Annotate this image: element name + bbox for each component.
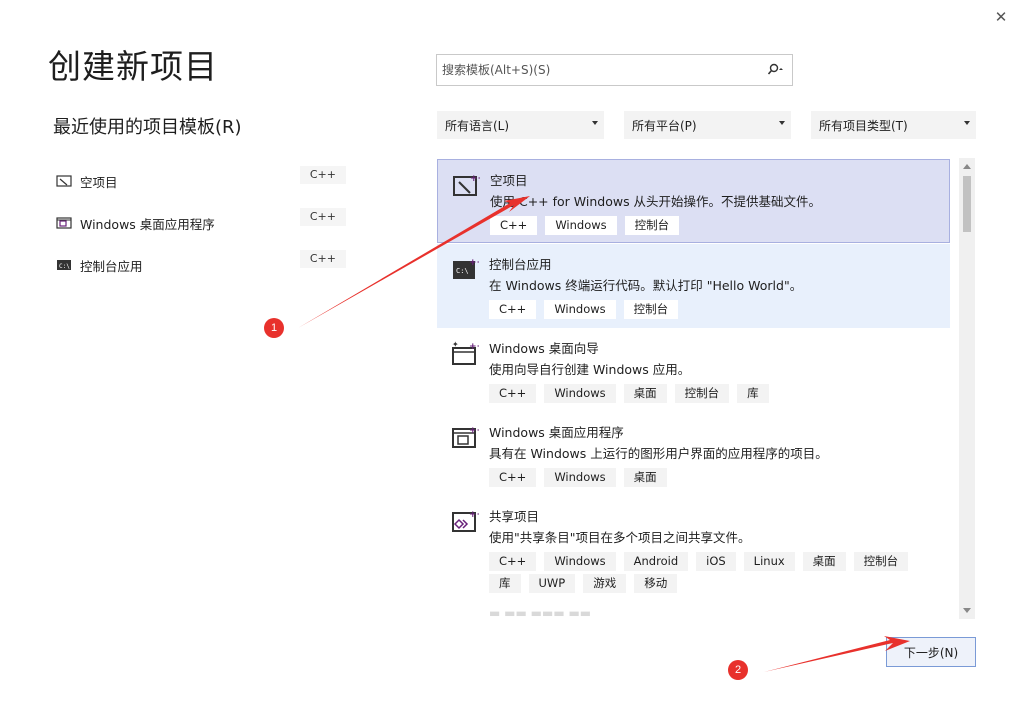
recent-templates-list: 空项目 C++ Windows 桌面应用程序 C++ C:\ 控制台应用 C++ <box>56 160 346 286</box>
tag: Windows <box>544 300 616 319</box>
svg-text:++: ++ <box>469 510 479 520</box>
tag: 控制台 <box>853 552 909 571</box>
annotation-marker-2: 2 <box>728 660 748 680</box>
svg-text:++: ++ <box>469 258 479 268</box>
template-title: Windows 桌面应用程序 <box>489 425 624 440</box>
shared-project-icon: ++ <box>452 510 479 532</box>
chevron-down-icon <box>592 121 598 125</box>
tag: C++ <box>489 552 537 571</box>
platform-filter-dropdown[interactable]: 所有平台(P) <box>624 111 791 139</box>
tag: Windows <box>545 216 617 235</box>
chevron-down-icon <box>779 121 785 125</box>
template-tags: C++ Windows 控制台 <box>489 300 929 322</box>
template-item-desktop-wizard[interactable]: ✦ ++ Windows 桌面向导 使用向导自行创建 Windows 应用。 C+… <box>437 328 950 412</box>
recent-templates-heading: 最近使用的项目模板(R) <box>53 117 242 138</box>
empty-project-icon <box>56 175 72 187</box>
tag: Windows <box>544 552 616 571</box>
tag: C++ <box>489 300 537 319</box>
svg-text:C:\: C:\ <box>456 267 469 275</box>
svg-text:✦: ✦ <box>452 340 459 349</box>
console-app-icon: C:\++ <box>453 258 479 279</box>
project-type-filter-label: 所有项目类型(T) <box>819 118 908 133</box>
template-tags: C++ Windows 控制台 <box>490 216 930 238</box>
recent-item-label: 空项目 <box>80 174 118 190</box>
template-list-scrollbar[interactable] <box>959 158 975 619</box>
tag: 桌面 <box>802 552 846 571</box>
tag: C++ <box>490 216 538 235</box>
scroll-down-icon[interactable] <box>963 608 971 613</box>
desktop-app-icon: ++ <box>452 426 479 448</box>
recent-item-tag: C++ <box>299 250 346 268</box>
tag: 桌面 <box>623 468 667 487</box>
recent-item-label: Windows 桌面应用程序 <box>80 216 215 232</box>
tag: 控制台 <box>623 300 679 319</box>
template-description: 使用"共享条目"项目在多个项目之间共享文件。 <box>489 530 751 545</box>
scrollbar-thumb[interactable] <box>963 176 971 232</box>
recent-item-empty-project[interactable]: 空项目 C++ <box>56 160 346 202</box>
next-button[interactable]: 下一步(N) <box>886 637 976 667</box>
template-description: 在 Windows 终端运行代码。默认打印 "Hello World"。 <box>489 278 803 293</box>
template-title: Windows 桌面向导 <box>489 341 599 356</box>
recent-item-desktop-app[interactable]: Windows 桌面应用程序 C++ <box>56 202 346 244</box>
tag: 控制台 <box>624 216 680 235</box>
template-title: 空项目 <box>490 173 528 188</box>
template-item-partial[interactable]: ▬ ▬▬ ▬▬▬ ▬▬ <box>437 606 950 619</box>
svg-text:++: ++ <box>469 342 479 352</box>
template-description: 使用向导自行创建 Windows 应用。 <box>489 362 691 377</box>
svg-text:C:\: C:\ <box>59 263 70 270</box>
close-button[interactable]: ✕ <box>990 6 1012 28</box>
template-description: 使用 C++ for Windows 从头开始操作。不提供基础文件。 <box>490 194 822 209</box>
page-title: 创建新项目 <box>48 47 218 86</box>
recent-item-console-app[interactable]: C:\ 控制台应用 C++ <box>56 244 346 286</box>
language-filter-label: 所有语言(L) <box>445 118 510 133</box>
template-title: 控制台应用 <box>489 257 552 272</box>
annotation-marker-1: 1 <box>264 318 284 338</box>
tag: C++ <box>489 468 537 487</box>
tag: Linux <box>743 552 795 571</box>
tag: 游戏 <box>583 574 627 593</box>
recent-item-label: 控制台应用 <box>80 258 143 274</box>
language-filter-dropdown[interactable]: 所有语言(L) <box>437 111 604 139</box>
template-description: 具有在 Windows 上运行的图形用户界面的应用程序的项目。 <box>489 446 828 461</box>
tag: Windows <box>544 384 616 403</box>
partial-item-placeholder: ▬ ▬▬ ▬▬▬ ▬▬ <box>489 606 592 619</box>
chevron-down-icon <box>964 121 970 125</box>
template-tags: C++ Windows 桌面 <box>489 468 929 490</box>
tag: UWP <box>528 574 576 593</box>
desktop-wizard-icon: ✦ ++ <box>452 340 479 365</box>
tag: Android <box>623 552 689 571</box>
tag: 库 <box>489 574 521 593</box>
search-icon[interactable] <box>764 58 788 82</box>
tag: C++ <box>489 384 537 403</box>
template-tags: C++ Windows Android iOS Linux 桌面 控制台 库 U… <box>489 552 929 596</box>
tag: 控制台 <box>674 384 730 403</box>
template-item-desktop-app[interactable]: ++ Windows 桌面应用程序 具有在 Windows 上运行的图形用户界面… <box>437 412 950 496</box>
template-list: ++ 空项目 使用 C++ for Windows 从头开始操作。不提供基础文件… <box>437 158 950 619</box>
template-item-console-app[interactable]: C:\++ 控制台应用 在 Windows 终端运行代码。默认打印 "Hello… <box>437 244 950 328</box>
recent-item-tag: C++ <box>299 208 346 226</box>
tag: iOS <box>696 552 736 571</box>
project-type-filter-dropdown[interactable]: 所有项目类型(T) <box>811 111 976 139</box>
tag: Windows <box>544 468 616 487</box>
desktop-app-icon <box>56 217 72 229</box>
template-title: 共享项目 <box>489 509 540 524</box>
platform-filter-label: 所有平台(P) <box>632 118 697 133</box>
console-app-icon: C:\ <box>57 260 71 270</box>
scroll-up-icon[interactable] <box>963 164 971 169</box>
recent-item-tag: C++ <box>299 166 346 184</box>
template-tags: C++ Windows 桌面 控制台 库 <box>489 384 929 406</box>
tag: 桌面 <box>623 384 667 403</box>
search-box <box>436 54 793 86</box>
tag: 移动 <box>634 574 678 593</box>
empty-project-icon: ++ <box>453 174 480 196</box>
tag: 库 <box>737 384 769 403</box>
template-item-shared-project[interactable]: ++ 共享项目 使用"共享条目"项目在多个项目之间共享文件。 C++ Windo… <box>437 496 950 604</box>
svg-text:++: ++ <box>470 174 480 184</box>
search-input[interactable] <box>437 55 764 85</box>
template-item-empty-project[interactable]: ++ 空项目 使用 C++ for Windows 从头开始操作。不提供基础文件… <box>437 159 950 243</box>
svg-text:++: ++ <box>469 426 479 436</box>
close-icon: ✕ <box>994 8 1008 26</box>
